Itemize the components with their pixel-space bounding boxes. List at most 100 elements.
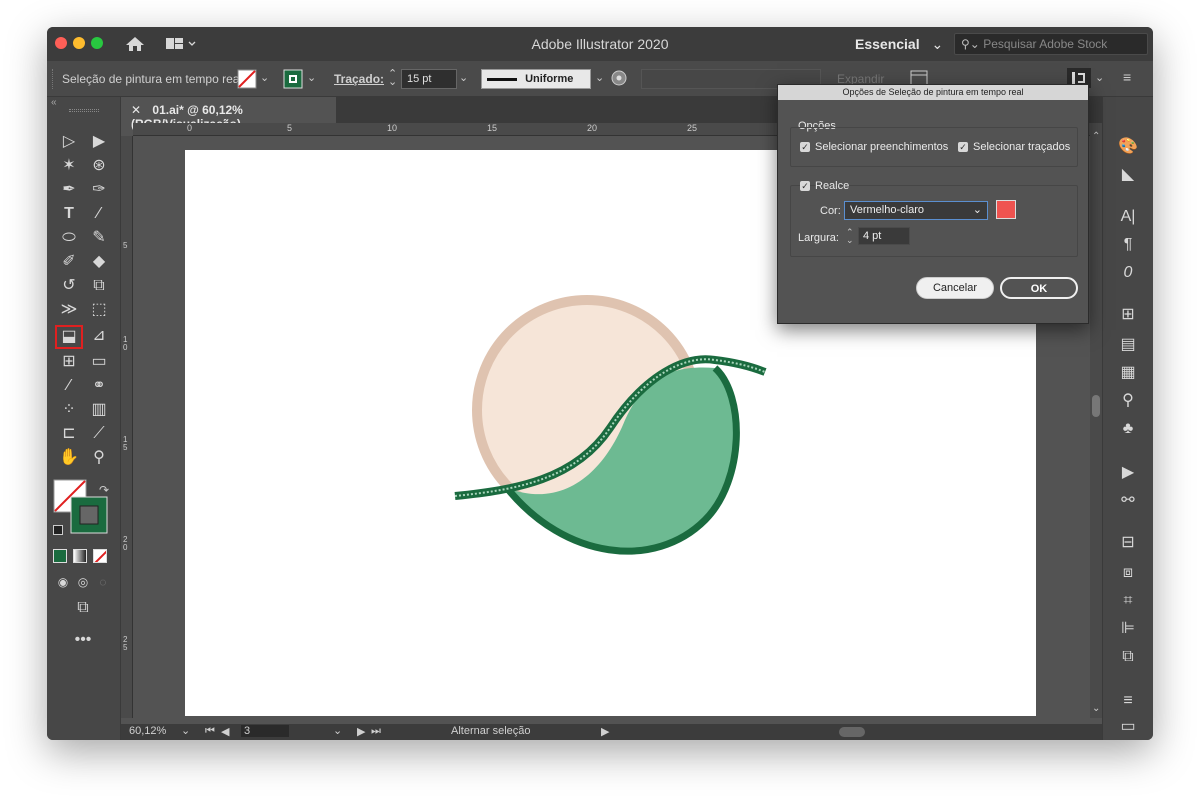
gradient-panel-icon[interactable]: ▭ [1116,717,1140,737]
curvature-tool-icon[interactable]: ✑ [87,179,111,201]
highlight-color-swatch[interactable] [996,200,1016,219]
close-icon[interactable]: ✕ [131,103,141,117]
recolor-artwork-icon[interactable] [610,69,628,87]
collapse-panel-icon[interactable]: « [51,97,57,108]
vertical-ruler[interactable]: 5 1 0 1 5 2 0 2 5 [121,136,133,718]
chevron-down-icon[interactable]: ⌄ [1095,71,1104,84]
pen-tool-icon[interactable]: ✒ [57,179,81,201]
stroke-weight-input[interactable]: 15 pt [401,69,457,89]
chevron-down-icon[interactable]: ⌄ [333,724,342,737]
slice-tool-icon[interactable]: ⟋ [87,423,111,445]
chevron-down-icon[interactable]: ⌄ [595,71,604,84]
status-menu-icon[interactable]: ▶ [601,725,609,738]
blend-tool-icon[interactable]: ⚭ [87,375,111,397]
select-fills-checkbox[interactable]: ✓ Selecionar preenchimentos [800,141,948,153]
character-icon[interactable]: A| [1116,207,1140,227]
lasso-tool-icon[interactable]: ⊛ [87,155,111,177]
chevron-down-icon[interactable]: ⌄ [307,71,316,84]
more-tools-icon[interactable]: ••• [71,629,95,651]
mesh-tool-icon[interactable]: ⊞ [57,351,81,373]
workspace-switcher[interactable]: Essencial ⌄ [855,36,943,53]
stepper-icon[interactable]: ⌃ ⌄ [388,69,397,88]
type-tool-icon[interactable]: T [57,203,81,225]
color-guide-icon[interactable]: ◣ [1116,165,1140,185]
panel-grip[interactable] [69,109,99,112]
direct-selection-tool-icon[interactable]: ▶ [87,131,111,153]
paragraph-icon[interactable]: ¶ [1116,235,1140,255]
perspective-grid-tool-icon[interactable]: ⊿ [87,325,111,347]
ellipse-tool-icon[interactable]: ⬭ [57,227,81,249]
image-trace-icon[interactable]: ⧈ [1116,563,1140,583]
scroll-down-icon[interactable]: ⌄ [1092,703,1100,714]
scroll-up-icon[interactable]: ⌃ [1092,131,1100,142]
stock-search-input[interactable]: ⚲⌄ Pesquisar Adobe Stock [954,33,1148,55]
selection-tool-icon[interactable]: ▷ [57,131,81,153]
pathfinder-icon[interactable]: ⧉ [1116,647,1140,667]
chevron-down-icon[interactable]: ⌄ [459,71,468,84]
highlight-width-input[interactable]: 4 pt [858,227,910,245]
swap-fill-stroke-icon[interactable]: ↷ [99,483,109,497]
chevron-down-icon[interactable]: ⌄ [260,71,269,84]
scroll-thumb[interactable] [1092,395,1100,417]
paintbrush-tool-icon[interactable]: ✎ [87,227,111,249]
width-tool-icon[interactable]: ≫ [57,299,81,321]
gradient-tool-icon[interactable]: ▭ [87,351,111,373]
artboard-tool-icon[interactable]: ⊏ [57,423,81,445]
zoom-level-field[interactable]: 60,12% [129,725,166,737]
highlight-color-select[interactable]: Vermelho-claro ⌄ [844,201,988,220]
stroke-profile-select[interactable]: Uniforme [481,69,591,89]
eyedropper-tool-icon[interactable]: ⁄ [57,375,81,397]
prev-artboard-icon[interactable]: ◀ [221,725,229,738]
fill-none-swatch[interactable] [237,69,257,89]
libraries-icon[interactable]: ⚲ [1116,391,1140,411]
highlight-checkbox[interactable]: ✓ Realce [800,180,849,192]
vertical-scrollbar[interactable]: ⌃ ⌄ [1090,123,1102,718]
cancel-button[interactable]: Cancelar [916,277,994,299]
shaper-tool-icon[interactable]: ✐ [57,251,81,273]
scroll-thumb[interactable] [839,727,865,737]
color-mode-icon[interactable] [53,549,67,563]
stepper-icon[interactable]: ⌃ ⌄ [846,228,854,245]
properties-icon[interactable]: ≡ [1116,691,1140,711]
next-artboard-icon[interactable]: ▶ [357,725,365,738]
live-paint-selection-icon[interactable]: ⬓ [55,325,83,349]
transform-panel-icon[interactable]: ⌗ [1116,591,1140,611]
line-tool-icon[interactable]: ⁄ [87,203,111,225]
stroke-color-swatch[interactable] [283,69,303,89]
symbol-sprayer-tool-icon[interactable]: ⁘ [57,399,81,421]
eraser-tool-icon[interactable]: ◆ [87,251,111,273]
stroke-label[interactable]: Traçado: [334,72,384,86]
scale-tool-icon[interactable]: ⧉ [87,275,111,297]
draw-inside-icon[interactable]: ◌ [91,571,115,593]
default-colors-icon[interactable] [53,525,63,535]
artboards-icon[interactable]: ▦ [1116,363,1140,383]
screen-mode-icon[interactable]: ⧉ [71,597,95,619]
artboard-number-field[interactable]: 3 [241,725,289,737]
horizontal-scrollbar[interactable] [621,727,1091,737]
asset-export-icon[interactable]: ⊟ [1116,533,1140,553]
last-artboard-icon[interactable]: ⏭ [371,725,381,738]
magic-wand-tool-icon[interactable]: ✶ [57,155,81,177]
actions-icon[interactable]: ▶ [1116,463,1140,483]
select-strokes-checkbox[interactable]: ✓ Selecionar traçados [958,141,1070,153]
menu-lines-icon[interactable]: ≡ [1123,69,1131,85]
align-icon[interactable]: ⊫ [1116,619,1140,639]
layers-icon[interactable]: ▤ [1116,335,1140,355]
free-transform-tool-icon[interactable]: ⬚ [87,299,111,321]
transform-icon[interactable]: ⊞ [1116,305,1140,325]
zoom-tool-icon[interactable]: ⚲ [87,447,111,469]
none-mode-icon[interactable] [93,549,107,563]
tab-document[interactable]: ✕ 01.ai* @ 60,12% (RGB/Visualização) [121,97,336,131]
rotate-tool-icon[interactable]: ↺ [57,275,81,297]
links-icon[interactable]: ⚯ [1116,491,1140,511]
first-artboard-icon[interactable]: ⏮ [205,725,215,738]
ok-button[interactable]: OK [1000,277,1078,299]
hand-tool-icon[interactable]: ✋ [57,447,81,469]
gradient-mode-icon[interactable] [73,549,87,563]
color-palette-icon[interactable]: 🎨 [1116,137,1140,157]
chevron-down-icon[interactable]: ⌄ [181,724,190,737]
panel-grip[interactable] [52,69,54,89]
symbols-icon[interactable]: ♣ [1116,419,1140,439]
opentype-icon[interactable]: 0 [1116,263,1140,283]
column-graph-tool-icon[interactable]: ▥ [87,399,111,421]
